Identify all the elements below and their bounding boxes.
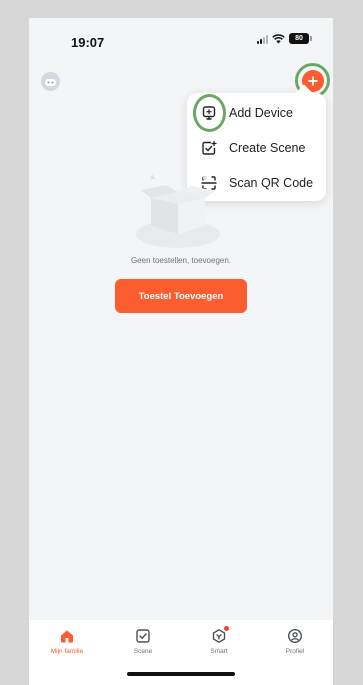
battery-level: 80 (295, 35, 303, 42)
avatar-button[interactable] (41, 72, 60, 91)
phone-screen: 19:07 80 Add Device Create Scene Scan QR… (29, 18, 333, 685)
empty-state-message: Geen toestellen, toevoegen. (130, 256, 232, 265)
add-device-icon (202, 106, 216, 120)
profile-icon (287, 628, 303, 644)
tab-label: Scene (133, 648, 153, 655)
user-avatar-icon (45, 78, 56, 86)
tab-bar: Mijn familie Scene Smart Profiel (29, 620, 333, 685)
signal-icon (257, 34, 268, 44)
tab-label: Mijn familie (50, 648, 84, 655)
status-indicators: 80 (257, 33, 312, 44)
notification-dot (224, 626, 229, 631)
wifi-icon (272, 33, 285, 43)
tab-profiel[interactable]: Profiel (257, 620, 333, 664)
status-time: 19:07 (71, 35, 105, 50)
battery-icon: 80 (289, 33, 312, 44)
tab-scene[interactable]: Scene (105, 620, 181, 664)
smart-icon (211, 626, 229, 644)
scene-check-icon (136, 629, 150, 643)
tab-label: Profiel (285, 648, 305, 655)
tab-smart[interactable]: Smart (181, 620, 257, 664)
tab-mijn-familie[interactable]: Mijn familie (29, 620, 105, 664)
menu-item-create-scene[interactable]: Create Scene (187, 131, 326, 165)
menu-item-label: Scan QR Code (229, 176, 314, 190)
home-icon (61, 630, 73, 643)
add-device-button[interactable]: Toestel Toevoegen (115, 279, 247, 313)
plus-icon (308, 76, 318, 86)
menu-item-add-device[interactable]: Add Device (187, 96, 326, 130)
create-scene-icon (202, 140, 217, 155)
menu-item-label: Create Scene (229, 141, 306, 155)
tab-label: Smart (210, 648, 228, 655)
empty-box-icon (136, 174, 220, 248)
menu-item-label: Add Device (229, 106, 293, 120)
home-indicator (127, 672, 235, 676)
